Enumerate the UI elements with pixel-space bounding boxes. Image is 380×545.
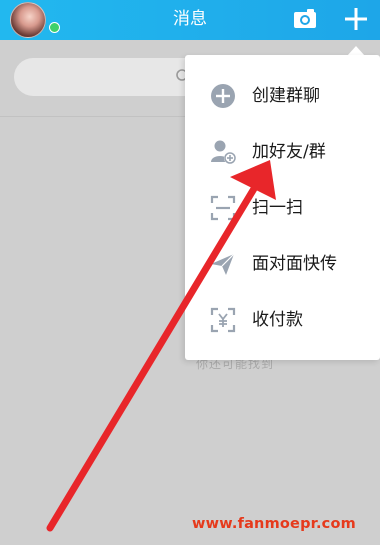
scan-icon bbox=[210, 195, 236, 221]
menu-item-label: 加好友/群 bbox=[252, 142, 326, 162]
menu-item-payment[interactable]: 收付款 bbox=[185, 291, 380, 349]
menu-item-label: 面对面快传 bbox=[252, 254, 337, 274]
watermark: www.fanmoepr.com bbox=[192, 516, 356, 532]
menu-item-add-friend[interactable]: 加好友/群 bbox=[185, 123, 380, 181]
menu-item-face-to-face[interactable]: 面对面快传 bbox=[185, 235, 380, 293]
payment-icon bbox=[210, 307, 236, 333]
camera-icon[interactable] bbox=[292, 6, 318, 32]
add-friend-icon bbox=[211, 140, 236, 164]
divider bbox=[0, 116, 190, 117]
plus-icon[interactable] bbox=[342, 5, 370, 33]
send-plane-icon bbox=[211, 253, 235, 275]
plus-dropdown-menu: 创建群聊 加好友/群 扫一扫 面对面快传 收付款 bbox=[185, 55, 380, 360]
menu-item-label: 收付款 bbox=[252, 310, 303, 330]
menu-item-label: 扫一扫 bbox=[252, 198, 303, 218]
group-chat-plus-icon bbox=[211, 84, 235, 108]
menu-item-label: 创建群聊 bbox=[252, 86, 320, 106]
page-title: 消息 bbox=[173, 9, 207, 29]
menu-item-create-group[interactable]: 创建群聊 bbox=[185, 67, 380, 125]
search-bar[interactable] bbox=[14, 58, 204, 96]
top-bar: 消息 bbox=[0, 0, 380, 40]
menu-item-scan[interactable]: 扫一扫 bbox=[185, 179, 380, 237]
